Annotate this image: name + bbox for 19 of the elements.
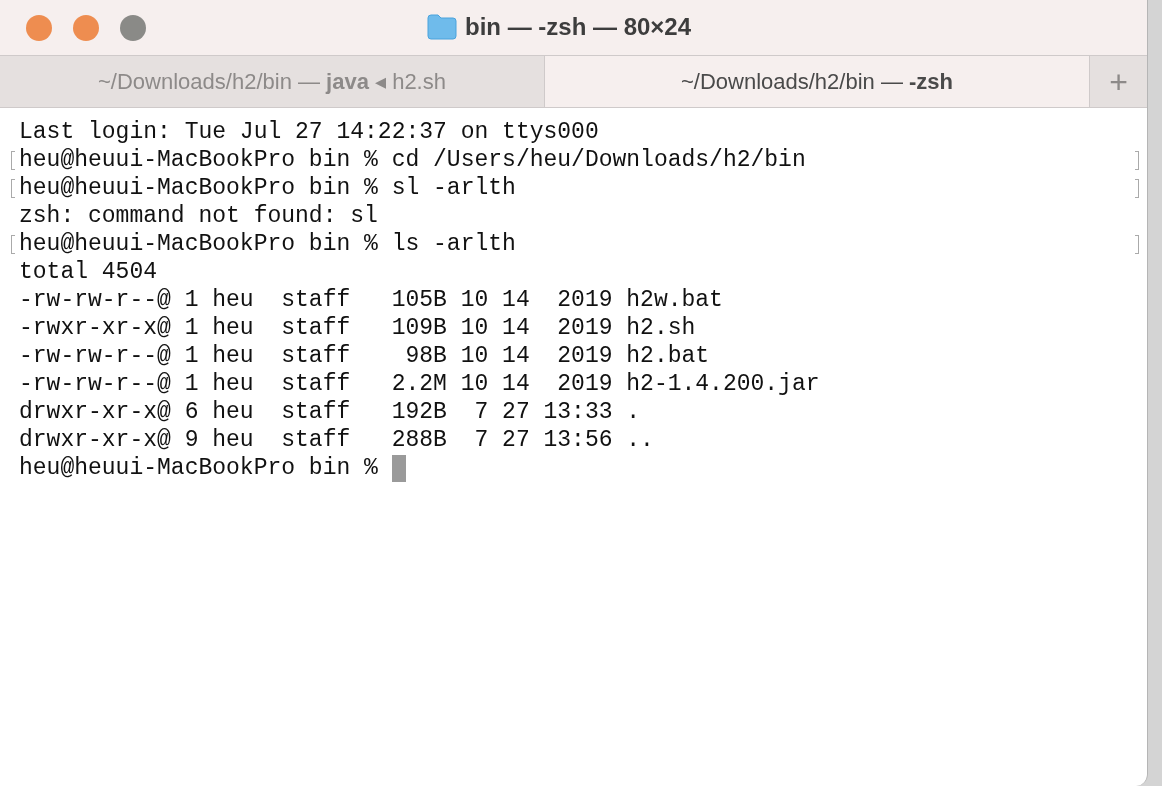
- terminal-line: drwxr-xr-x@ 6 heu staff 192B 7 27 13:33 .: [19, 398, 641, 426]
- terminal-line: -rw-rw-r--@ 1 heu staff 2.2M 10 14 2019 h2-1.4.200.jar: [19, 370, 820, 398]
- terminal-line: heu@heuui-MacBookPro bin % sl -arlth: [19, 174, 516, 202]
- terminal-line: heu@heuui-MacBookPro bin % cd /Users/heu/Downloads/h2/bin: [19, 146, 806, 174]
- terminal-line: heu@heuui-MacBookPro bin %: [19, 454, 379, 482]
- close-button[interactable]: [26, 14, 52, 41]
- tab[interactable]: ~/Downloads/h2/bin — -zsh: [545, 56, 1090, 107]
- folder-icon: [427, 14, 457, 40]
- terminal-line: drwxr-xr-x@ 9 heu staff 288B 7 27 13:56 ..: [19, 426, 654, 454]
- terminal-line: -rw-rw-r--@ 1 heu staff 105B 10 14 2019 h2w.bat: [19, 286, 723, 314]
- terminal-line: -rw-rw-r--@ 1 heu staff 98B 10 14 2019 h2.bat: [19, 342, 710, 370]
- terminal-line: zsh: command not found: sl: [19, 202, 378, 230]
- terminal-line: total 4504: [19, 258, 158, 286]
- terminal-line: heu@heuui-MacBookPro bin % ls -arlth: [19, 230, 516, 258]
- window-title: bin — -zsh — 80×24: [465, 12, 692, 42]
- zoom-button[interactable]: [120, 14, 146, 41]
- minimize-button[interactable]: [73, 14, 99, 41]
- terminal-line: Last login: Tue Jul 27 14:22:37 on ttys000: [19, 118, 599, 146]
- terminal-line: -rwxr-xr-x@ 1 heu staff 109B 10 14 2019 h2.sh: [19, 314, 696, 342]
